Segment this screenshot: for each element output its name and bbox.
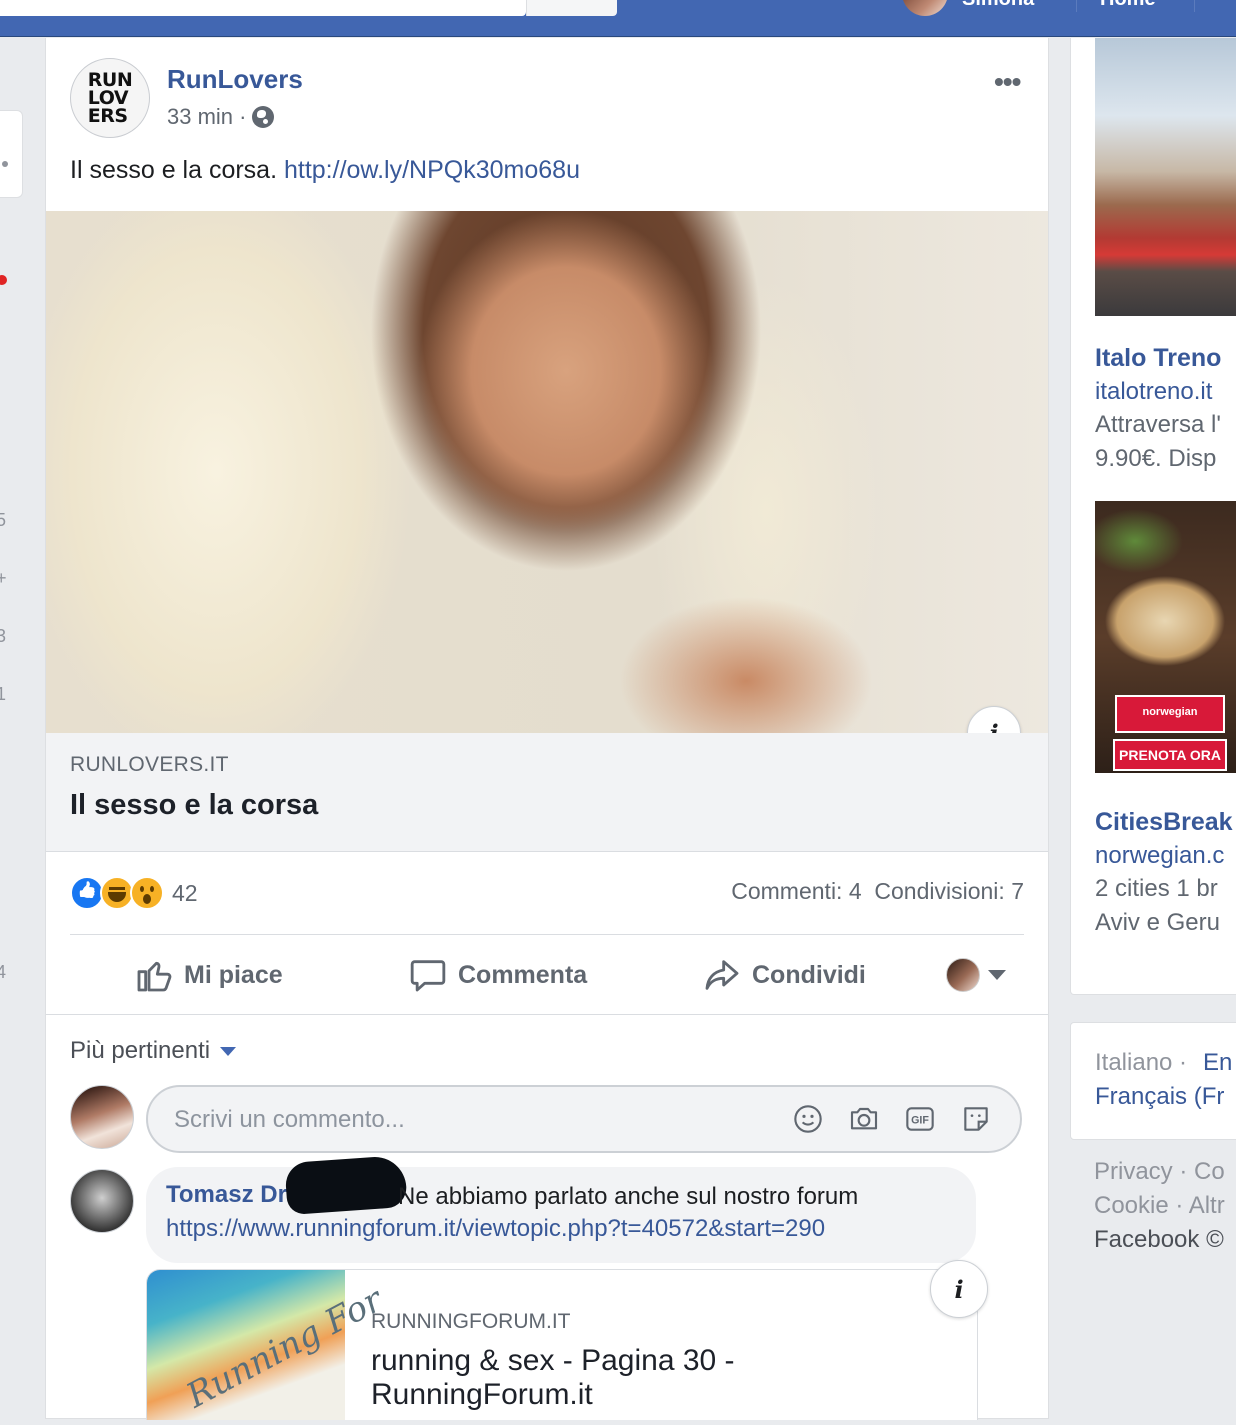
copyright: Facebook © — [1094, 1226, 1224, 1253]
reactions-summary[interactable]: 42 — [70, 876, 198, 910]
comment-link[interactable]: https://www.runningforum.it/viewtopic.ph… — [166, 1215, 825, 1243]
ad-text: 9.90€. Disp — [1095, 445, 1217, 472]
link-preview-image[interactable] — [46, 211, 1048, 733]
post-link[interactable]: http://ow.ly/NPQk30mo68u — [284, 156, 580, 184]
left-count: 4 — [0, 962, 7, 982]
comment-link-preview[interactable]: Running For RUNNINGFORUM.IT running & se… — [146, 1269, 978, 1420]
profile-name-link[interactable]: Simona — [962, 0, 1034, 11]
left-sidebar-fragment — [0, 110, 23, 198]
gif-icon[interactable]: GIF — [904, 1103, 936, 1135]
thumbs-up-icon — [137, 961, 172, 992]
redaction-scribble — [284, 1154, 408, 1216]
link-preview-box[interactable]: RUNLOVERS.IT Il sesso e la corsa — [46, 733, 1048, 852]
search-button[interactable] — [526, 0, 617, 16]
nav-divider — [1194, 0, 1195, 12]
share-arrow-icon — [705, 960, 739, 990]
post-text: Il sesso e la corsa. — [70, 156, 278, 184]
post-message: Il sesso e la corsa. http://ow.ly/NPQk30… — [70, 156, 580, 185]
link-preview-title[interactable]: running & sex - Pagina 30 - RunningForum… — [371, 1344, 811, 1412]
current-user-avatar[interactable] — [70, 1085, 134, 1149]
left-count: 1 — [0, 684, 7, 704]
ad-image-italo[interactable] — [1095, 38, 1236, 316]
comment-bubble-icon — [410, 960, 446, 992]
wow-reaction-icon — [130, 876, 164, 910]
ad-cta-button[interactable]: PRENOTA ORA ▶ — [1113, 739, 1227, 791]
globe-icon — [252, 106, 275, 128]
more-options-icon[interactable]: ••• — [994, 66, 1021, 98]
svg-text:GIF: GIF — [911, 1115, 929, 1127]
reaction-count[interactable]: 42 — [172, 880, 198, 907]
ad-text: 2 cities 1 br — [1095, 875, 1218, 902]
sponsored-ads: Italo Treno italotreno.it Attraversa l' … — [1070, 38, 1236, 995]
comment-label: Commenta — [458, 960, 588, 989]
commenter-avatar[interactable] — [70, 1169, 134, 1233]
comment-input[interactable] — [172, 1087, 776, 1153]
search-input[interactable] — [0, 0, 526, 16]
comment-input-box[interactable]: GIF — [146, 1085, 1022, 1153]
language-link[interactable]: En — [1203, 1049, 1232, 1077]
footer-links[interactable]: Privacy · Co — [1094, 1158, 1225, 1186]
chevron-down-icon — [988, 970, 1006, 980]
ad-title[interactable]: Italo Treno — [1095, 344, 1221, 373]
comment-author-link[interactable]: Tomasz Dr — [166, 1181, 287, 1209]
runlovers-logo: RUN LOV ERS — [87, 69, 133, 127]
comment-text: Ne abbiamo parlato anche sul nostro foru… — [398, 1183, 859, 1210]
profile-avatar[interactable] — [902, 0, 948, 16]
engagement-counts: Commenti: 4 Condivisioni: 7 — [731, 878, 1024, 905]
like-reaction-icon — [70, 876, 104, 910]
link-preview-domain: RUNNINGFORUM.IT — [371, 1310, 571, 1333]
comment-button[interactable]: Commenta — [408, 936, 587, 1014]
like-label: Mi piace — [184, 960, 283, 989]
feed-post: RUN LOV ERS RunLovers 33 min · ••• Il sess… — [45, 38, 1049, 1420]
nav-divider — [1076, 0, 1077, 12]
language-link[interactable]: Français (Fr — [1095, 1083, 1224, 1111]
like-button[interactable]: Mi piace — [134, 936, 283, 1014]
thumbnail-logo-text: Running For — [180, 1279, 389, 1417]
link-preview-title[interactable]: Il sesso e la corsa — [70, 789, 318, 822]
page-avatar[interactable]: RUN LOV ERS — [70, 58, 150, 138]
page-name-link[interactable]: RunLovers — [167, 64, 303, 95]
share-label: Condividi — [752, 960, 866, 989]
more-dot-icon[interactable] — [2, 161, 8, 167]
left-count: + — [0, 568, 7, 588]
user-mini-avatar — [946, 958, 980, 992]
ad-image-norwegian[interactable]: norwegian PRENOTA ORA ▶ — [1095, 501, 1236, 791]
left-count: 5 — [0, 510, 7, 530]
ad-text: Aviv e Geru — [1095, 909, 1220, 936]
chevron-down-icon — [220, 1046, 237, 1056]
comment-bubble: Tomasz Dr Ne abbiamo parlato anche sul n… — [146, 1154, 976, 1263]
home-link[interactable]: Home — [1100, 0, 1156, 11]
post-as-selector[interactable] — [946, 958, 1006, 992]
share-button[interactable]: Condividi — [702, 936, 866, 1014]
emoji-icon[interactable] — [792, 1103, 824, 1135]
post-timestamp: 33 min · — [167, 104, 275, 130]
ad-text: Attraversa l' — [1095, 411, 1221, 438]
footer-links[interactable]: Cookie · Altr — [1094, 1192, 1225, 1220]
shares-count[interactable]: Condivisioni: 7 — [874, 878, 1024, 904]
top-navigation-bar: Simona Home — [0, 0, 1236, 37]
haha-reaction-icon — [100, 876, 134, 910]
comment-sort-dropdown[interactable]: Più pertinenti — [70, 1037, 237, 1065]
comments-section: Più pertinenti GIF Tomasz Dr Ne abbiamo … — [46, 1014, 1048, 1425]
language-selector: Italiano · En Français (Fr — [1070, 1022, 1236, 1140]
link-preview-thumbnail[interactable]: Running For — [147, 1270, 389, 1420]
comments-count[interactable]: Commenti: 4 — [731, 878, 861, 904]
norwegian-logo: norwegian — [1115, 695, 1225, 733]
post-actions: Mi piace Commenta Condividi — [46, 936, 1048, 1014]
ad-title[interactable]: CitiesBreak — [1095, 808, 1233, 837]
ad-domain[interactable]: norwegian.c — [1095, 842, 1224, 870]
comment-sort-label: Più pertinenti — [70, 1037, 211, 1064]
left-count: 3 — [0, 626, 7, 646]
divider — [70, 934, 1024, 935]
post-time-text[interactable]: 33 min · — [167, 104, 246, 130]
camera-icon[interactable] — [848, 1103, 880, 1135]
current-language: Italiano · — [1095, 1049, 1188, 1076]
notification-dot — [0, 275, 7, 285]
sticker-icon[interactable] — [960, 1103, 992, 1135]
link-preview-domain: RUNLOVERS.IT — [70, 753, 229, 776]
info-icon[interactable]: i — [930, 1260, 988, 1318]
ad-domain[interactable]: italotreno.it — [1095, 378, 1212, 406]
